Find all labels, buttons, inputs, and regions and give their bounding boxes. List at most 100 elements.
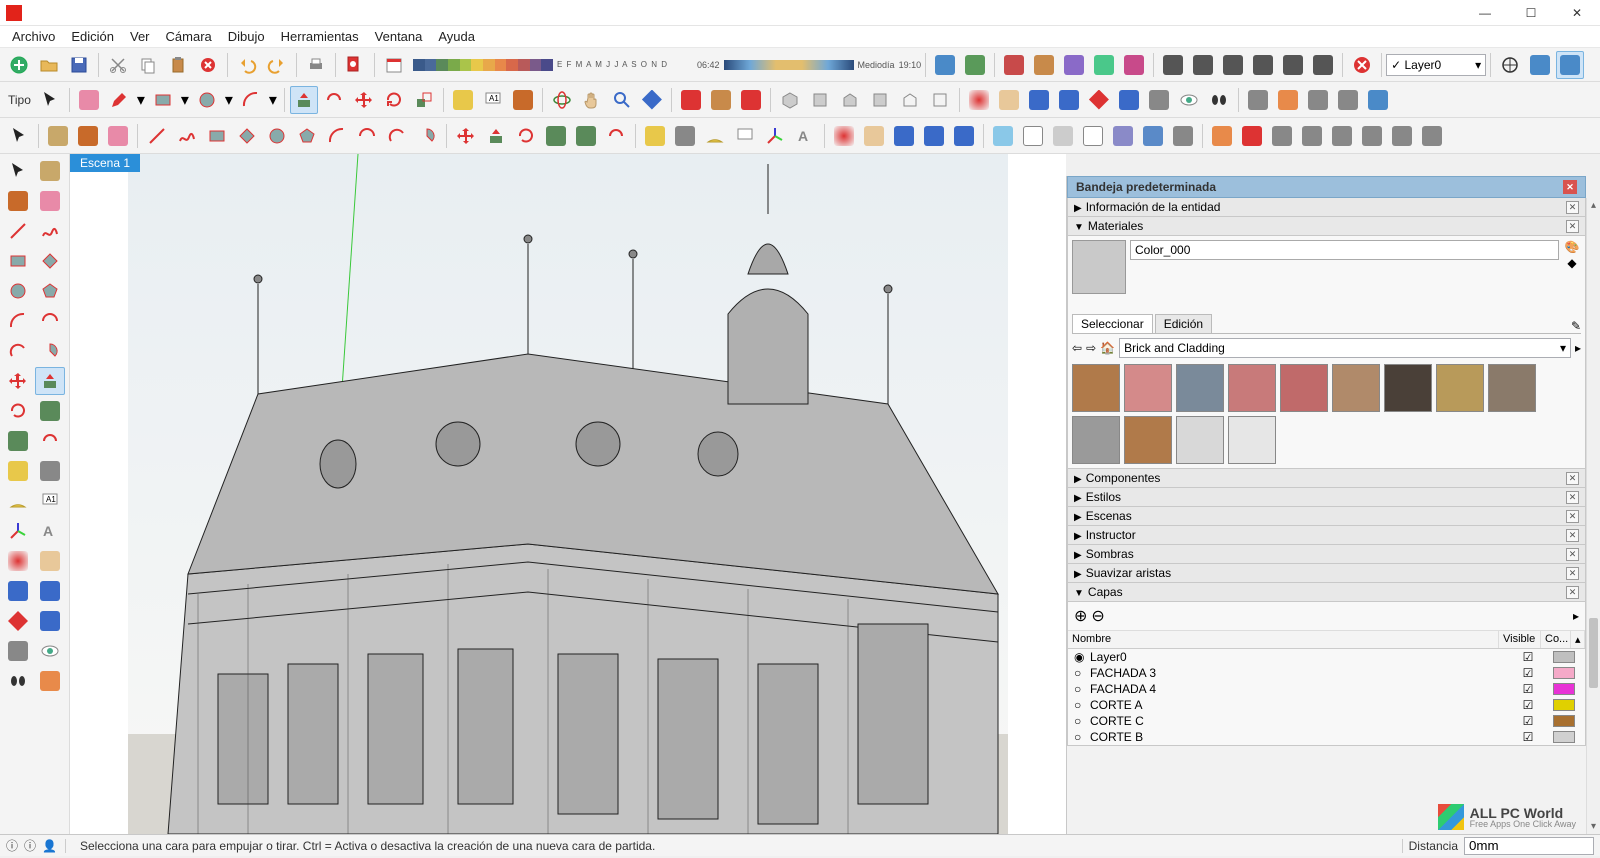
view-top-button[interactable] [806,86,834,114]
rect2-tool[interactable] [203,122,231,150]
panel-materials[interactable]: ▼Materiales ✕ [1067,217,1586,236]
move-tool[interactable] [350,86,378,114]
layer-color-swatch[interactable] [1549,683,1579,695]
lt-rotate[interactable] [3,397,33,425]
layer-color-swatch[interactable] [1549,699,1579,711]
menu-edicion[interactable]: Edición [63,27,122,46]
section-3-button[interactable] [1268,122,1296,150]
pencil-tool[interactable] [105,86,133,114]
layer-row[interactable]: ○ CORTE C ☑ [1068,713,1585,729]
save-button[interactable] [65,51,93,79]
current-material-swatch[interactable] [1072,240,1126,294]
layer-visible-checkbox[interactable]: ☑ [1507,698,1549,712]
lt-select[interactable] [3,157,33,185]
lt-tape[interactable] [3,457,33,485]
view-front-button[interactable] [836,86,864,114]
layers-scroll-up[interactable]: ▴ [1571,631,1585,648]
zoom-tool[interactable] [608,86,636,114]
orbit-tool[interactable] [548,86,576,114]
rotate-tool[interactable] [380,86,408,114]
time-slider[interactable] [724,60,854,70]
material-picker-icon[interactable]: 🎨 [1565,240,1580,254]
rotate2-tool[interactable] [512,122,540,150]
tray-scrollbar[interactable]: ▾▴ [1586,198,1600,834]
material-swatch-3[interactable] [1228,364,1276,412]
layer-row[interactable]: ○ CORTE B ☑ [1068,729,1585,745]
3dtext-tool[interactable]: A [791,122,819,150]
lt-section[interactable] [35,667,65,695]
walk-tool[interactable] [1205,86,1233,114]
panel-styles[interactable]: ▶Estilos✕ [1067,488,1586,507]
tab-select[interactable]: Seleccionar [1072,314,1153,333]
component-tool[interactable] [44,122,72,150]
camera-button-5[interactable] [1279,51,1307,79]
move2-tool[interactable] [452,122,480,150]
warehouse-button-3[interactable] [1060,51,1088,79]
circle2-tool[interactable] [263,122,291,150]
lt-rect[interactable] [3,247,33,275]
new-file-button[interactable] [5,51,33,79]
material-swatch-5[interactable] [1332,364,1380,412]
home-icon[interactable]: 🏠 [1100,341,1115,355]
select2-tool[interactable] [5,122,33,150]
menu-dibujo[interactable]: Dibujo [220,27,273,46]
panel-scenes-close[interactable]: ✕ [1566,510,1579,523]
warehouse-get-button[interactable] [677,86,705,114]
orbit3-tool[interactable] [830,122,858,150]
material-swatch-12[interactable] [1228,416,1276,464]
vray-button-3[interactable] [1556,51,1584,79]
maximize-button[interactable]: ☐ [1508,0,1554,26]
material-swatch-4[interactable] [1280,364,1328,412]
tray-titlebar[interactable]: Bandeja predeterminada ✕ [1067,176,1586,198]
rect-tool[interactable] [149,86,177,114]
protractor-tool[interactable] [701,122,729,150]
layer-radio[interactable]: ○ [1074,730,1086,744]
warehouse-button-5[interactable] [1120,51,1148,79]
tape-tool[interactable] [449,86,477,114]
orbit2-tool[interactable] [965,86,993,114]
material-swatch-8[interactable] [1488,364,1536,412]
status-icon-3[interactable]: 👤 [42,839,57,853]
lt-rotrect[interactable] [35,247,65,275]
arc-3pt-tool[interactable] [383,122,411,150]
paint2-tool[interactable] [74,122,102,150]
open-file-button[interactable] [35,51,63,79]
camera-button-3[interactable] [1219,51,1247,79]
arc-dropdown[interactable]: ▾ [267,86,279,114]
lt-freehand[interactable] [35,217,65,245]
lt-followme[interactable] [35,397,65,425]
menu-ventana[interactable]: Ventana [367,27,431,46]
material-swatch-1[interactable] [1124,364,1172,412]
material-name-input[interactable] [1130,240,1559,260]
arc-2pt-tool[interactable] [353,122,381,150]
warehouse-button-2[interactable] [1030,51,1058,79]
layers-col-visible[interactable]: Visible [1499,631,1541,648]
zoom-extents-tool[interactable] [638,86,666,114]
lt-zoom[interactable] [3,577,33,605]
lt-axes[interactable] [3,517,33,545]
layer-radio[interactable]: ○ [1074,682,1086,696]
lt-poscam[interactable] [3,637,33,665]
menu-ayuda[interactable]: Ayuda [430,27,483,46]
zoom-window-tool[interactable] [1055,86,1083,114]
viewport-3d[interactable]: Escena 1 [70,154,1066,834]
detail-icon[interactable]: ▸ [1575,341,1581,355]
pencil-dropdown[interactable]: ▾ [135,86,147,114]
lt-scale[interactable] [3,427,33,455]
nav-back-icon[interactable]: ⇦ [1072,341,1082,355]
lt-pan[interactable] [35,547,65,575]
layers-col-color[interactable]: Co... [1541,631,1571,648]
tab-edit[interactable]: Edición [1155,314,1212,333]
model-info-button[interactable] [341,51,369,79]
section-5-button[interactable] [1328,122,1356,150]
arc2-tool[interactable] [323,122,351,150]
position-camera-tool[interactable] [1145,86,1173,114]
lt-arc3[interactable] [3,337,33,365]
view-iso-button[interactable] [776,86,804,114]
lt-3dtext[interactable]: A [35,517,65,545]
pan3-tool[interactable] [860,122,888,150]
warehouse-button-4[interactable] [1090,51,1118,79]
vray-button-2[interactable] [1526,51,1554,79]
layers-col-name[interactable]: Nombre [1068,631,1499,648]
view-right-button[interactable] [866,86,894,114]
